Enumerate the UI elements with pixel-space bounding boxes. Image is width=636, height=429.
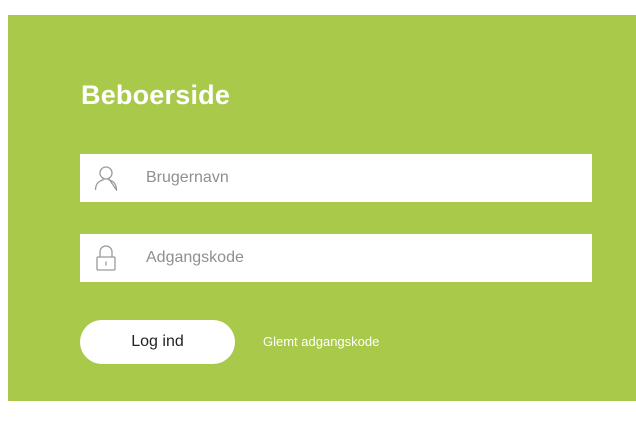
forgot-password-link[interactable]: Glemt adgangskode bbox=[263, 334, 379, 349]
password-field bbox=[80, 234, 592, 282]
username-field bbox=[80, 154, 592, 202]
login-button[interactable]: Log ind bbox=[80, 320, 235, 364]
password-input[interactable] bbox=[144, 237, 568, 279]
username-input[interactable] bbox=[144, 157, 568, 199]
lock-icon bbox=[94, 244, 118, 272]
page-title: Beboerside bbox=[81, 80, 231, 110]
login-panel: Beboerside Log ind Glemt adgangskode bbox=[8, 15, 636, 401]
user-icon bbox=[94, 164, 118, 192]
